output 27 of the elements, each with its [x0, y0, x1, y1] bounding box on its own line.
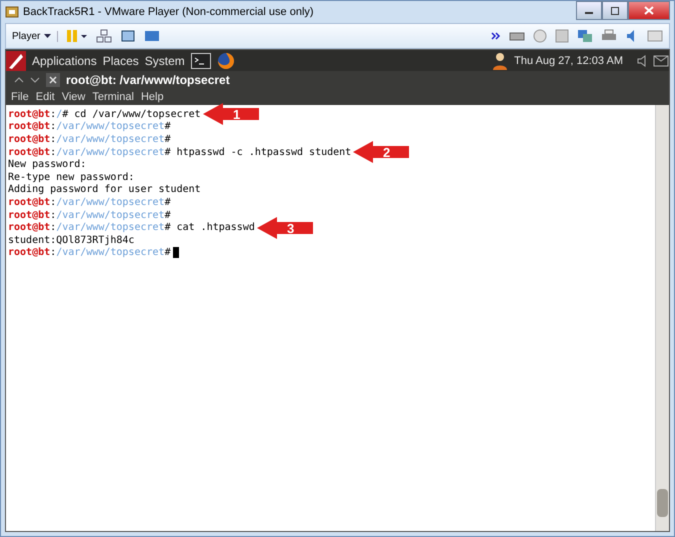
- window-title: BackTrack5R1 - VMware Player (Non-commercial use only): [23, 6, 314, 18]
- menu-item[interactable]: Terminal: [92, 91, 134, 103]
- terminal-title: root@bt: /var/www/topsecret: [66, 73, 230, 87]
- command-line: root@bt:/var/www/topsecret#: [8, 196, 171, 208]
- output-line: Re-type new password:: [8, 172, 134, 183]
- menu-item[interactable]: File: [11, 91, 29, 103]
- menu-item[interactable]: Help: [140, 91, 164, 103]
- command-line: root@bt:/var/www/topsecret#: [8, 210, 171, 221]
- command-line: root@bt:/var/www/topsecret#: [8, 247, 171, 258]
- player-menu-button[interactable]: Player: [12, 30, 58, 42]
- panel-menu[interactable]: Applications: [32, 54, 97, 68]
- command-line: root@bt:/# cd /var/www/topsecret: [8, 108, 201, 120]
- menu-item[interactable]: Edit: [36, 91, 55, 103]
- clock[interactable]: Thu Aug 27, 12:03 AM: [514, 54, 623, 66]
- panel-menu[interactable]: Places: [102, 54, 139, 68]
- command-line: root@bt:/var/www/topsecret# htpasswd -c .htpasswd student: [8, 146, 352, 158]
- menu-item[interactable]: View: [62, 91, 86, 103]
- callout-arrow: 1: [202, 103, 259, 126]
- output-line: New password:: [8, 159, 86, 170]
- command-line: root@bt:/var/www/topsecret#: [8, 121, 171, 132]
- command-line: root@bt:/var/www/topsecret#: [8, 134, 171, 145]
- output-line: student:QOl873RTjh84c: [8, 234, 134, 246]
- output-line: Adding password for user student: [8, 184, 201, 196]
- callout-arrow: 3: [256, 216, 313, 239]
- command-line: root@bt:/var/www/topsecret# cat .htpasswd: [8, 222, 255, 234]
- panel-menu[interactable]: System: [144, 54, 185, 68]
- callout-arrow: 2: [353, 141, 410, 164]
